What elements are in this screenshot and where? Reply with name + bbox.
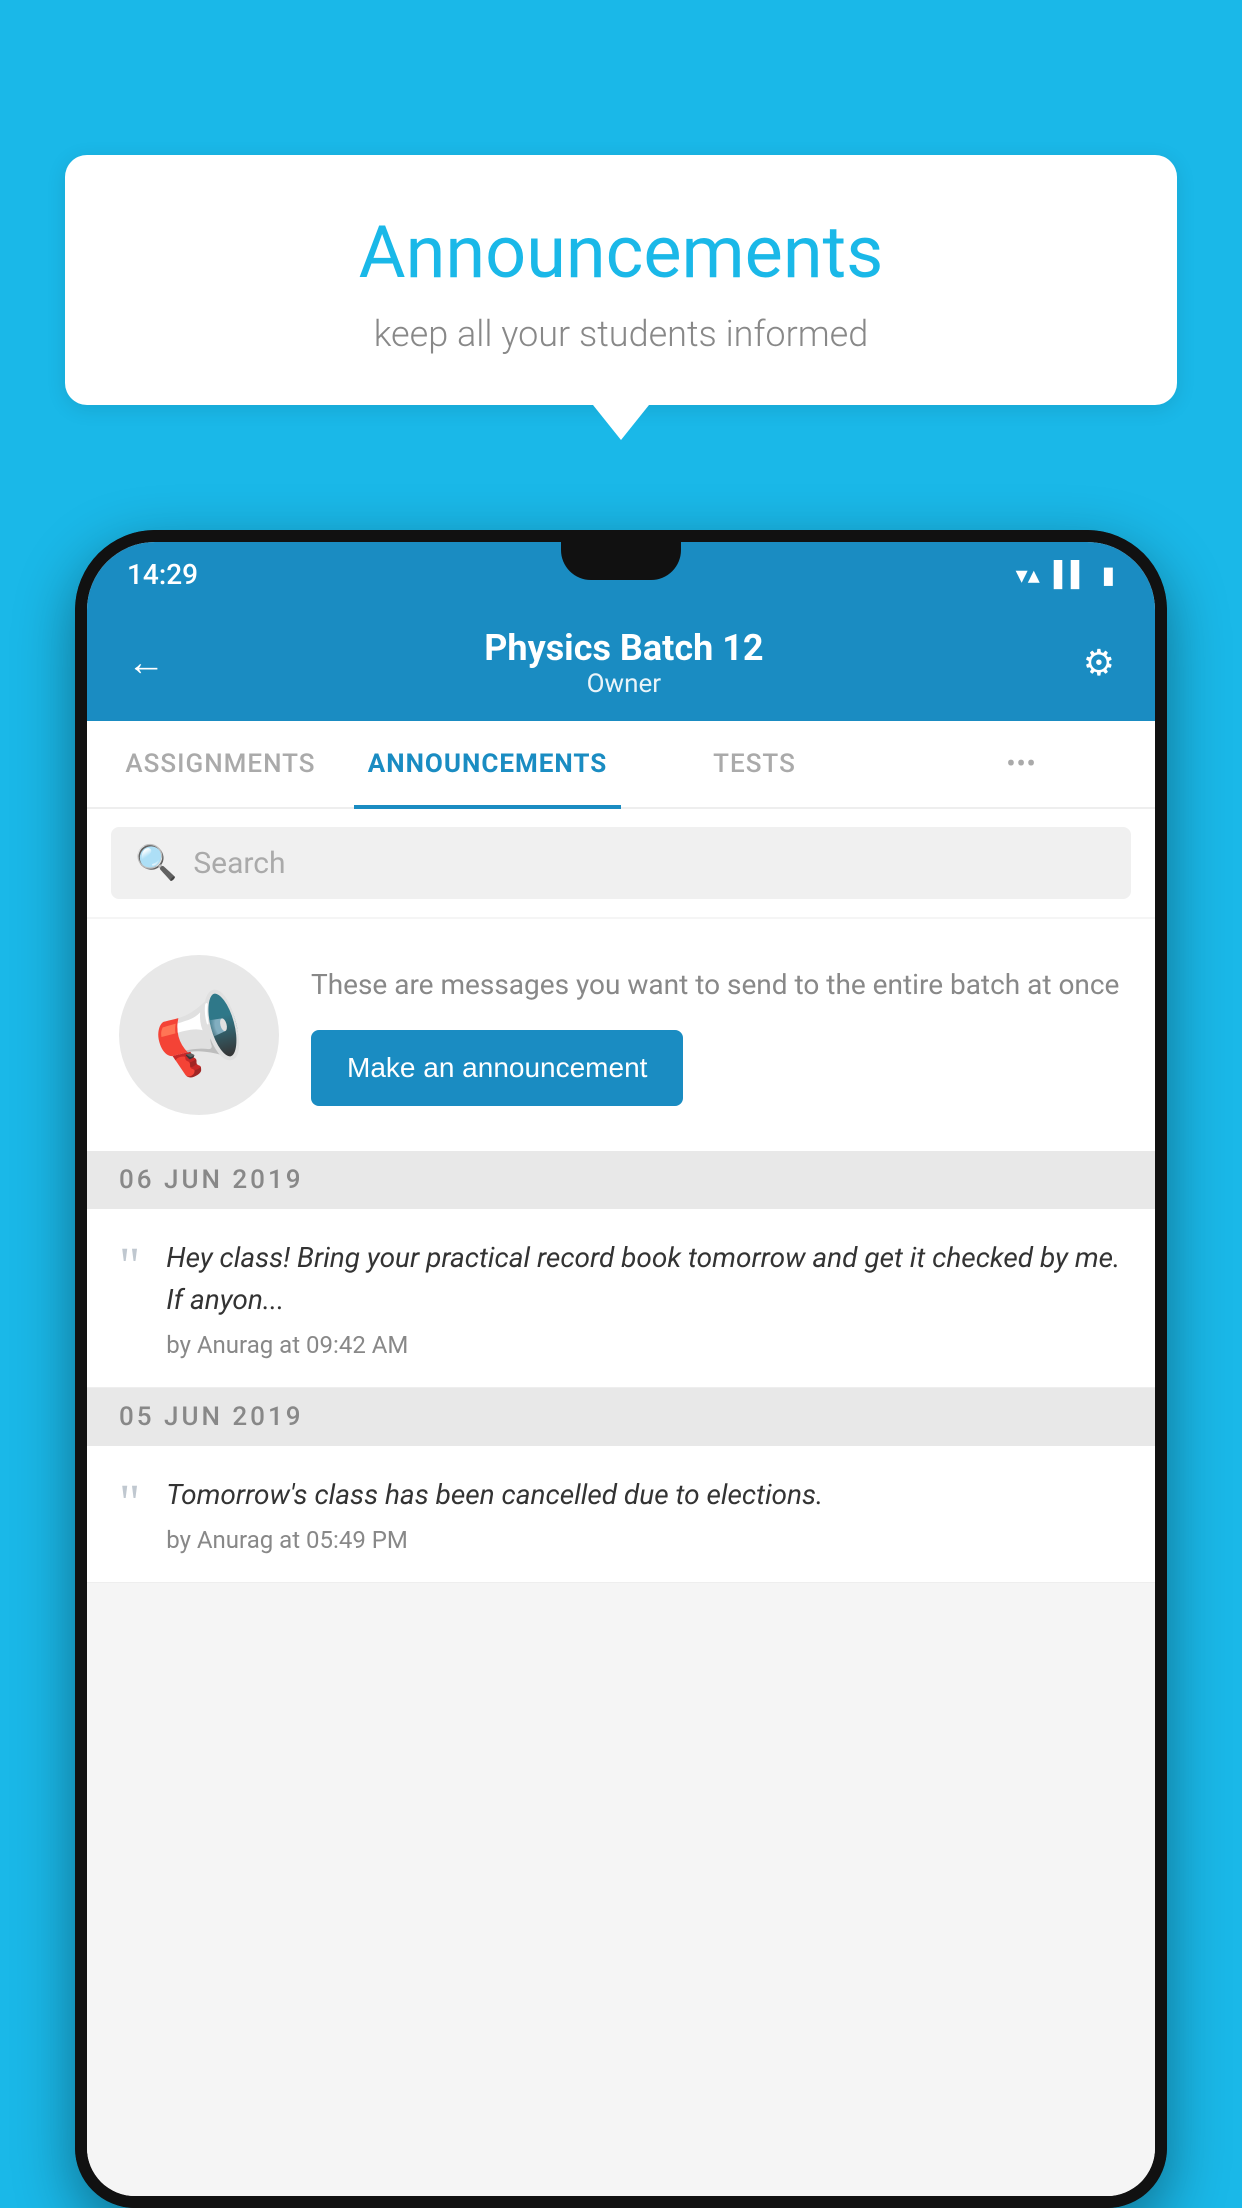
battery-icon: ▮ <box>1102 561 1115 589</box>
status-icons: ▾▴ ▌▌ ▮ <box>1016 560 1115 589</box>
tab-tests[interactable]: TESTS <box>621 721 888 807</box>
phone-inner: 14:29 ▾▴ ▌▌ ▮ ← Physics Batch 12 Owner ⚙ <box>75 530 1167 2208</box>
bubble-title: Announcements <box>125 210 1117 295</box>
search-bar-wrap: 🔍 Search <box>87 809 1155 917</box>
wifi-icon: ▾▴ <box>1016 561 1040 589</box>
quote-icon-1: " <box>119 1241 140 1293</box>
date-separator-1: 06 JUN 2019 <box>87 1151 1155 1209</box>
announcement-item-1[interactable]: " Hey class! Bring your practical record… <box>87 1209 1155 1388</box>
announcement-message-2: Tomorrow's class has been cancelled due … <box>166 1474 1123 1516</box>
phone-content: 🔍 Search 📢 These are messages you want t… <box>87 809 1155 2196</box>
tab-announcements[interactable]: ANNOUNCEMENTS <box>354 721 621 807</box>
batch-subtitle: Owner <box>484 669 763 699</box>
back-button[interactable]: ← <box>127 641 165 685</box>
speech-bubble-container: Announcements keep all your students inf… <box>65 155 1177 440</box>
make-announcement-button[interactable]: Make an announcement <box>311 1030 683 1106</box>
batch-title: Physics Batch 12 <box>484 627 763 669</box>
tab-assignments[interactable]: ASSIGNMENTS <box>87 721 354 807</box>
status-time: 14:29 <box>127 558 198 591</box>
notch <box>561 542 681 580</box>
announcement-author-2: by Anurag at 05:49 PM <box>166 1526 1123 1554</box>
search-icon: 🔍 <box>135 843 177 883</box>
tabs-bar: ASSIGNMENTS ANNOUNCEMENTS TESTS ••• <box>87 721 1155 809</box>
promo-section: 📢 These are messages you want to send to… <box>87 919 1155 1151</box>
search-bar[interactable]: 🔍 Search <box>111 827 1131 899</box>
signal-icon: ▌▌ <box>1054 560 1088 589</box>
announcement-item-2[interactable]: " Tomorrow's class has been cancelled du… <box>87 1446 1155 1583</box>
date-label-1: 06 JUN 2019 <box>119 1165 304 1195</box>
quote-icon-2: " <box>119 1478 140 1530</box>
bubble-subtitle: keep all your students informed <box>125 313 1117 355</box>
date-separator-2: 05 JUN 2019 <box>87 1388 1155 1446</box>
settings-button[interactable]: ⚙ <box>1083 642 1115 684</box>
phone-frame: 14:29 ▾▴ ▌▌ ▮ ← Physics Batch 12 Owner ⚙ <box>75 530 1167 2208</box>
announcement-author-1: by Anurag at 09:42 AM <box>166 1331 1123 1359</box>
header-title-group: Physics Batch 12 Owner <box>484 627 763 699</box>
speech-bubble: Announcements keep all your students inf… <box>65 155 1177 405</box>
megaphone-icon: 📢 <box>145 982 254 1087</box>
announcement-message-1: Hey class! Bring your practical record b… <box>166 1237 1123 1321</box>
promo-description: These are messages you want to send to t… <box>311 964 1123 1006</box>
promo-text-group: These are messages you want to send to t… <box>311 964 1123 1106</box>
tab-more[interactable]: ••• <box>888 721 1155 807</box>
app-header: ← Physics Batch 12 Owner ⚙ <box>87 607 1155 721</box>
announcement-text-group-1: Hey class! Bring your practical record b… <box>166 1237 1123 1359</box>
phone-screen: 14:29 ▾▴ ▌▌ ▮ ← Physics Batch 12 Owner ⚙ <box>87 542 1155 2196</box>
announcement-text-group-2: Tomorrow's class has been cancelled due … <box>166 1474 1123 1554</box>
date-label-2: 05 JUN 2019 <box>119 1402 304 1432</box>
promo-icon-circle: 📢 <box>119 955 279 1115</box>
search-placeholder: Search <box>193 846 285 881</box>
speech-bubble-tail <box>593 405 649 440</box>
status-bar: 14:29 ▾▴ ▌▌ ▮ <box>87 542 1155 607</box>
